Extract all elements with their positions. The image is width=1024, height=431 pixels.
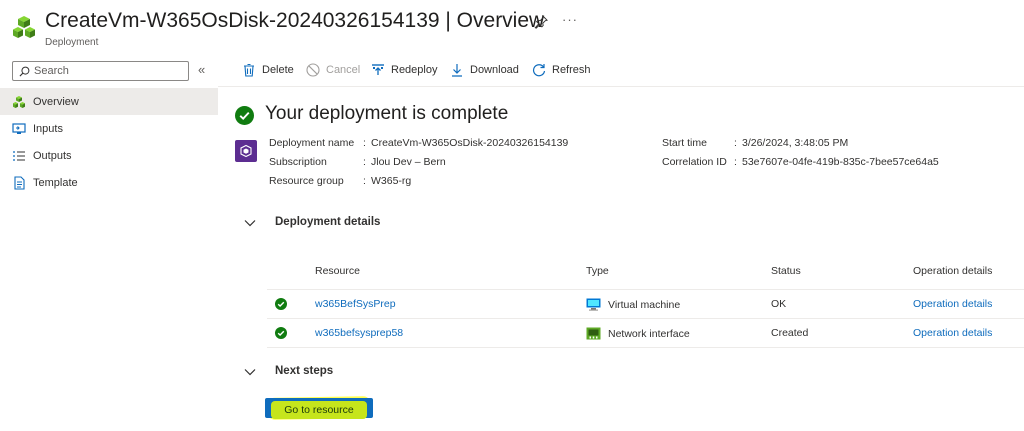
resource-status: OK — [771, 298, 787, 310]
redeploy-label: Redeploy — [391, 64, 438, 76]
deployment-name-value: CreateVm-W365OsDisk-20240326154139 — [371, 137, 569, 149]
column-header-status: Status — [771, 265, 801, 277]
cube-icon — [240, 144, 252, 158]
cancel-icon — [306, 63, 320, 77]
resource-link[interactable]: w365befsysprep58 — [315, 327, 403, 339]
redeploy-button[interactable]: Redeploy — [371, 63, 437, 77]
success-check-icon — [275, 298, 287, 310]
separator: : — [363, 156, 366, 168]
sidebar-item-template[interactable]: Template — [0, 169, 218, 196]
cancel-label: Cancel — [326, 64, 361, 76]
column-header-resource: Resource — [315, 265, 360, 277]
separator: : — [734, 156, 737, 168]
sidebar-item-label: Template — [33, 176, 78, 189]
sidebar-item-inputs[interactable]: Inputs — [0, 115, 218, 142]
delete-button[interactable]: Delete — [242, 63, 294, 77]
subscription-label: Subscription — [269, 156, 327, 168]
template-icon — [14, 175, 25, 190]
separator: : — [363, 137, 366, 149]
network-interface-icon — [586, 327, 601, 340]
search-box[interactable] — [12, 61, 189, 81]
deployment-cubes-icon — [13, 16, 35, 38]
sidebar: « Overview Inputs Outputs — [0, 55, 218, 431]
correlation-id-label: Correlation ID — [662, 156, 727, 168]
cancel-button[interactable]: Cancel — [306, 63, 360, 77]
collapse-sidebar-icon[interactable]: « — [198, 62, 205, 77]
inputs-icon — [12, 122, 26, 134]
resource-status: Created — [771, 327, 809, 339]
resource-group-label: Resource group — [269, 175, 344, 187]
refresh-label: Refresh — [552, 64, 591, 76]
table-row: w365befsysprep58 Network interface Creat… — [267, 318, 1024, 347]
start-time-label: Start time — [662, 137, 707, 149]
outputs-icon — [13, 150, 25, 161]
go-to-resource-button[interactable]: Go to resource — [265, 398, 373, 419]
refresh-icon — [532, 64, 546, 77]
deployment-tile-icon — [235, 140, 257, 162]
go-to-resource-wrapper: Go to resource — [265, 396, 373, 420]
deployment-icon — [13, 95, 25, 108]
success-check-icon — [235, 106, 254, 125]
refresh-button[interactable]: Refresh — [532, 63, 591, 77]
deployment-details-title[interactable]: Deployment details — [275, 216, 380, 228]
start-time-value: 3/26/2024, 3:48:05 PM — [742, 137, 849, 149]
download-icon — [452, 64, 462, 77]
search-icon — [19, 66, 30, 76]
operation-details-link[interactable]: Operation details — [913, 327, 992, 339]
sidebar-item-label: Outputs — [33, 149, 72, 162]
table-divider — [267, 347, 1024, 348]
sidebar-item-outputs[interactable]: Outputs — [0, 142, 218, 169]
sidebar-item-label: Inputs — [33, 122, 63, 135]
column-header-operation-details: Operation details — [913, 265, 993, 277]
sidebar-item-label: Overview — [33, 95, 79, 108]
resource-type: Network interface — [608, 327, 690, 340]
resource-type: Virtual machine — [608, 298, 681, 311]
subscription-link[interactable]: Jlou Dev – Bern — [371, 156, 446, 168]
next-steps-title[interactable]: Next steps — [275, 365, 333, 377]
pin-icon[interactable] — [534, 15, 548, 29]
column-header-type: Type — [586, 265, 609, 277]
correlation-id-value: 53e7607e-04fe-419b-835c-7bee57ce64a5 — [742, 156, 939, 168]
search-input[interactable] — [34, 65, 184, 77]
trash-icon — [244, 63, 254, 77]
virtual-machine-icon — [586, 298, 601, 311]
page-subtitle: Deployment — [45, 37, 99, 48]
success-check-icon — [275, 327, 287, 339]
page-header: CreateVm-W365OsDisk-20240326154139 | Ove… — [0, 0, 1024, 52]
resource-link[interactable]: w365BefSysPrep — [315, 298, 396, 310]
command-bar: Delete Cancel Redeploy Download Refresh — [218, 55, 1024, 87]
deployment-status-title: Your deployment is complete — [265, 103, 509, 124]
deployment-name-label: Deployment name — [269, 137, 355, 149]
more-options-icon[interactable]: ··· — [562, 12, 578, 27]
operation-details-link[interactable]: Operation details — [913, 298, 992, 310]
chevron-down-icon[interactable] — [244, 368, 256, 376]
page-title: CreateVm-W365OsDisk-20240326154139 | Ove… — [45, 9, 545, 32]
sidebar-item-overview[interactable]: Overview — [0, 88, 218, 115]
download-label: Download — [470, 64, 519, 76]
go-to-resource-label: Go to resource — [271, 401, 367, 419]
separator: : — [363, 175, 366, 187]
redeploy-icon — [372, 64, 384, 75]
chevron-down-icon[interactable] — [244, 219, 256, 227]
table-row: w365BefSysPrep Virtual machine OK Operat… — [267, 289, 1024, 318]
separator: : — [734, 137, 737, 149]
download-button[interactable]: Download — [450, 63, 519, 77]
delete-label: Delete — [262, 64, 294, 76]
resource-group-link[interactable]: W365-rg — [371, 175, 411, 187]
